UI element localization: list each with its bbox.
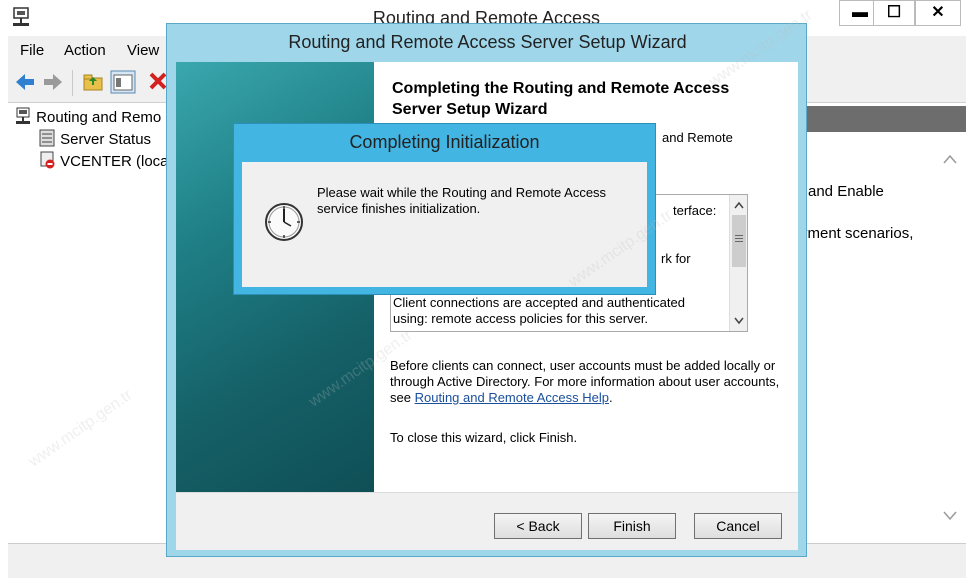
tree-item-label: Server Status xyxy=(60,131,152,148)
dialog-content: Please wait while the Routing and Remote… xyxy=(242,162,647,287)
summary-text: Client connections are accepted and auth… xyxy=(393,295,685,326)
tree-item-vcenter[interactable]: VCENTER (loca xyxy=(38,151,169,173)
cancel-button[interactable]: Cancel xyxy=(694,513,782,539)
results-pane: and Enable yment scenarios, xyxy=(800,103,966,543)
finish-button[interactable]: Finish xyxy=(588,513,676,539)
scroll-thumb[interactable] xyxy=(732,215,746,267)
show-hide-tree-icon[interactable] xyxy=(110,70,136,94)
forward-arrow-icon[interactable] xyxy=(42,72,64,92)
wizard-heading: Completing the Routing and Remote Access… xyxy=(392,80,730,118)
scroll-down-icon[interactable] xyxy=(942,510,958,522)
close-button[interactable]: ✕ xyxy=(915,0,961,26)
wizard-intro-fragment: and Remote xyxy=(662,130,733,145)
help-link[interactable]: Routing and Remote Access Help xyxy=(415,390,609,405)
dialog-message: Please wait while the Routing and Remote… xyxy=(317,185,607,216)
tree-item-label: Routing and Remo xyxy=(36,109,162,126)
tree-item-label: VCENTER (loca xyxy=(60,153,169,170)
up-folder-icon[interactable] xyxy=(82,71,104,93)
initialization-dialog: Completing Initialization Please wait wh… xyxy=(233,123,656,295)
console-tree: Routing and Remo Server Status VCENTER (… xyxy=(8,103,169,543)
menu-action[interactable]: Action xyxy=(64,42,106,59)
wizard-footer: < Back Finish Cancel xyxy=(176,492,798,550)
user-accounts-text: Before clients can connect, user account… xyxy=(390,358,780,406)
results-pane-header xyxy=(800,106,966,132)
delete-icon[interactable] xyxy=(148,71,168,91)
dialog-title: Completing Initialization xyxy=(349,132,540,152)
summary-fragment: rk for xyxy=(661,251,691,266)
help-link-suffix: . xyxy=(608,390,613,405)
menu-view[interactable]: View xyxy=(127,42,159,59)
server-stopped-icon xyxy=(40,151,55,169)
summary-fragment: terface: xyxy=(673,203,717,218)
server-icon xyxy=(16,107,30,124)
scroll-up-icon[interactable] xyxy=(734,201,744,209)
server-status-icon xyxy=(39,129,55,147)
results-text-fragment: and Enable xyxy=(808,183,884,200)
close-instruction: To close this wizard, click Finish. xyxy=(390,430,578,445)
wizard-title: Routing and Remote Access Server Setup W… xyxy=(288,32,687,52)
scroll-down-icon[interactable] xyxy=(734,317,744,325)
clock-icon xyxy=(265,203,303,241)
maximize-button[interactable]: ☐ xyxy=(873,0,915,26)
summary-scrollbar[interactable] xyxy=(729,195,747,331)
results-text-fragment: yment scenarios, xyxy=(800,225,914,242)
tree-item-routing[interactable]: Routing and Remo xyxy=(14,107,161,129)
menu-file[interactable]: File xyxy=(20,42,44,59)
tree-item-server-status[interactable]: Server Status xyxy=(38,129,151,151)
toolbar-separator xyxy=(72,70,73,96)
back-button[interactable]: < Back xyxy=(494,513,582,539)
scroll-up-icon[interactable] xyxy=(942,153,958,165)
back-arrow-icon[interactable] xyxy=(14,72,36,92)
